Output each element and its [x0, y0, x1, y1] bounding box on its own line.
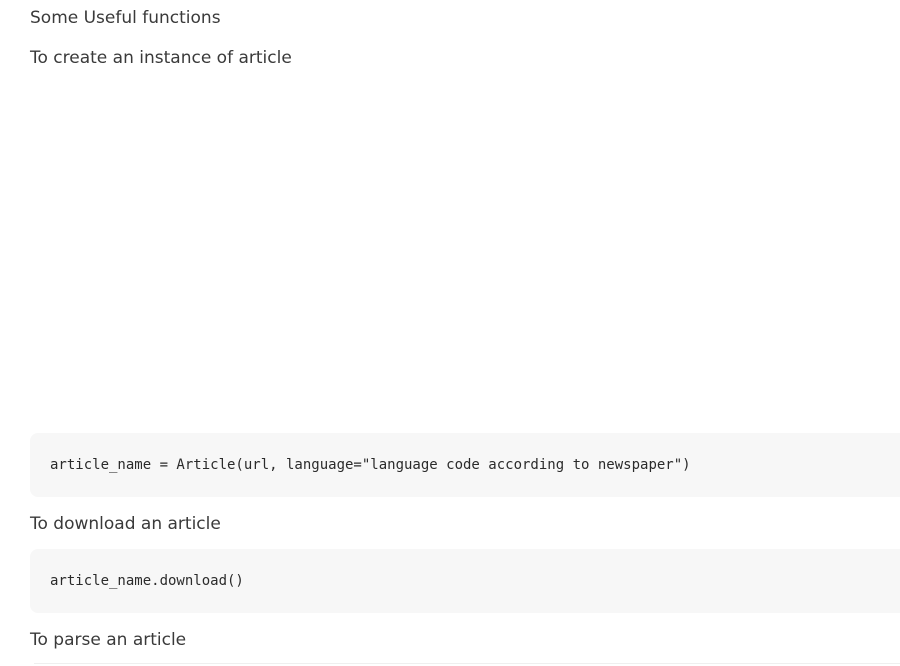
- next-code-block-edge: [34, 663, 900, 664]
- download-code-block[interactable]: article_name.download(): [30, 549, 900, 613]
- document-page: Some Useful functions To create an insta…: [0, 0, 900, 666]
- download-code: article_name.download(): [50, 573, 244, 589]
- parse-text: To parse an article: [30, 630, 187, 650]
- section-heading: Some Useful functions: [30, 8, 221, 28]
- download-text: To download an article: [30, 514, 221, 534]
- create-instance-text: To create an instance of article: [30, 48, 292, 68]
- create-instance-code-block[interactable]: article_name = Article(url, language="la…: [30, 433, 900, 497]
- create-instance-code: article_name = Article(url, language="la…: [50, 457, 691, 473]
